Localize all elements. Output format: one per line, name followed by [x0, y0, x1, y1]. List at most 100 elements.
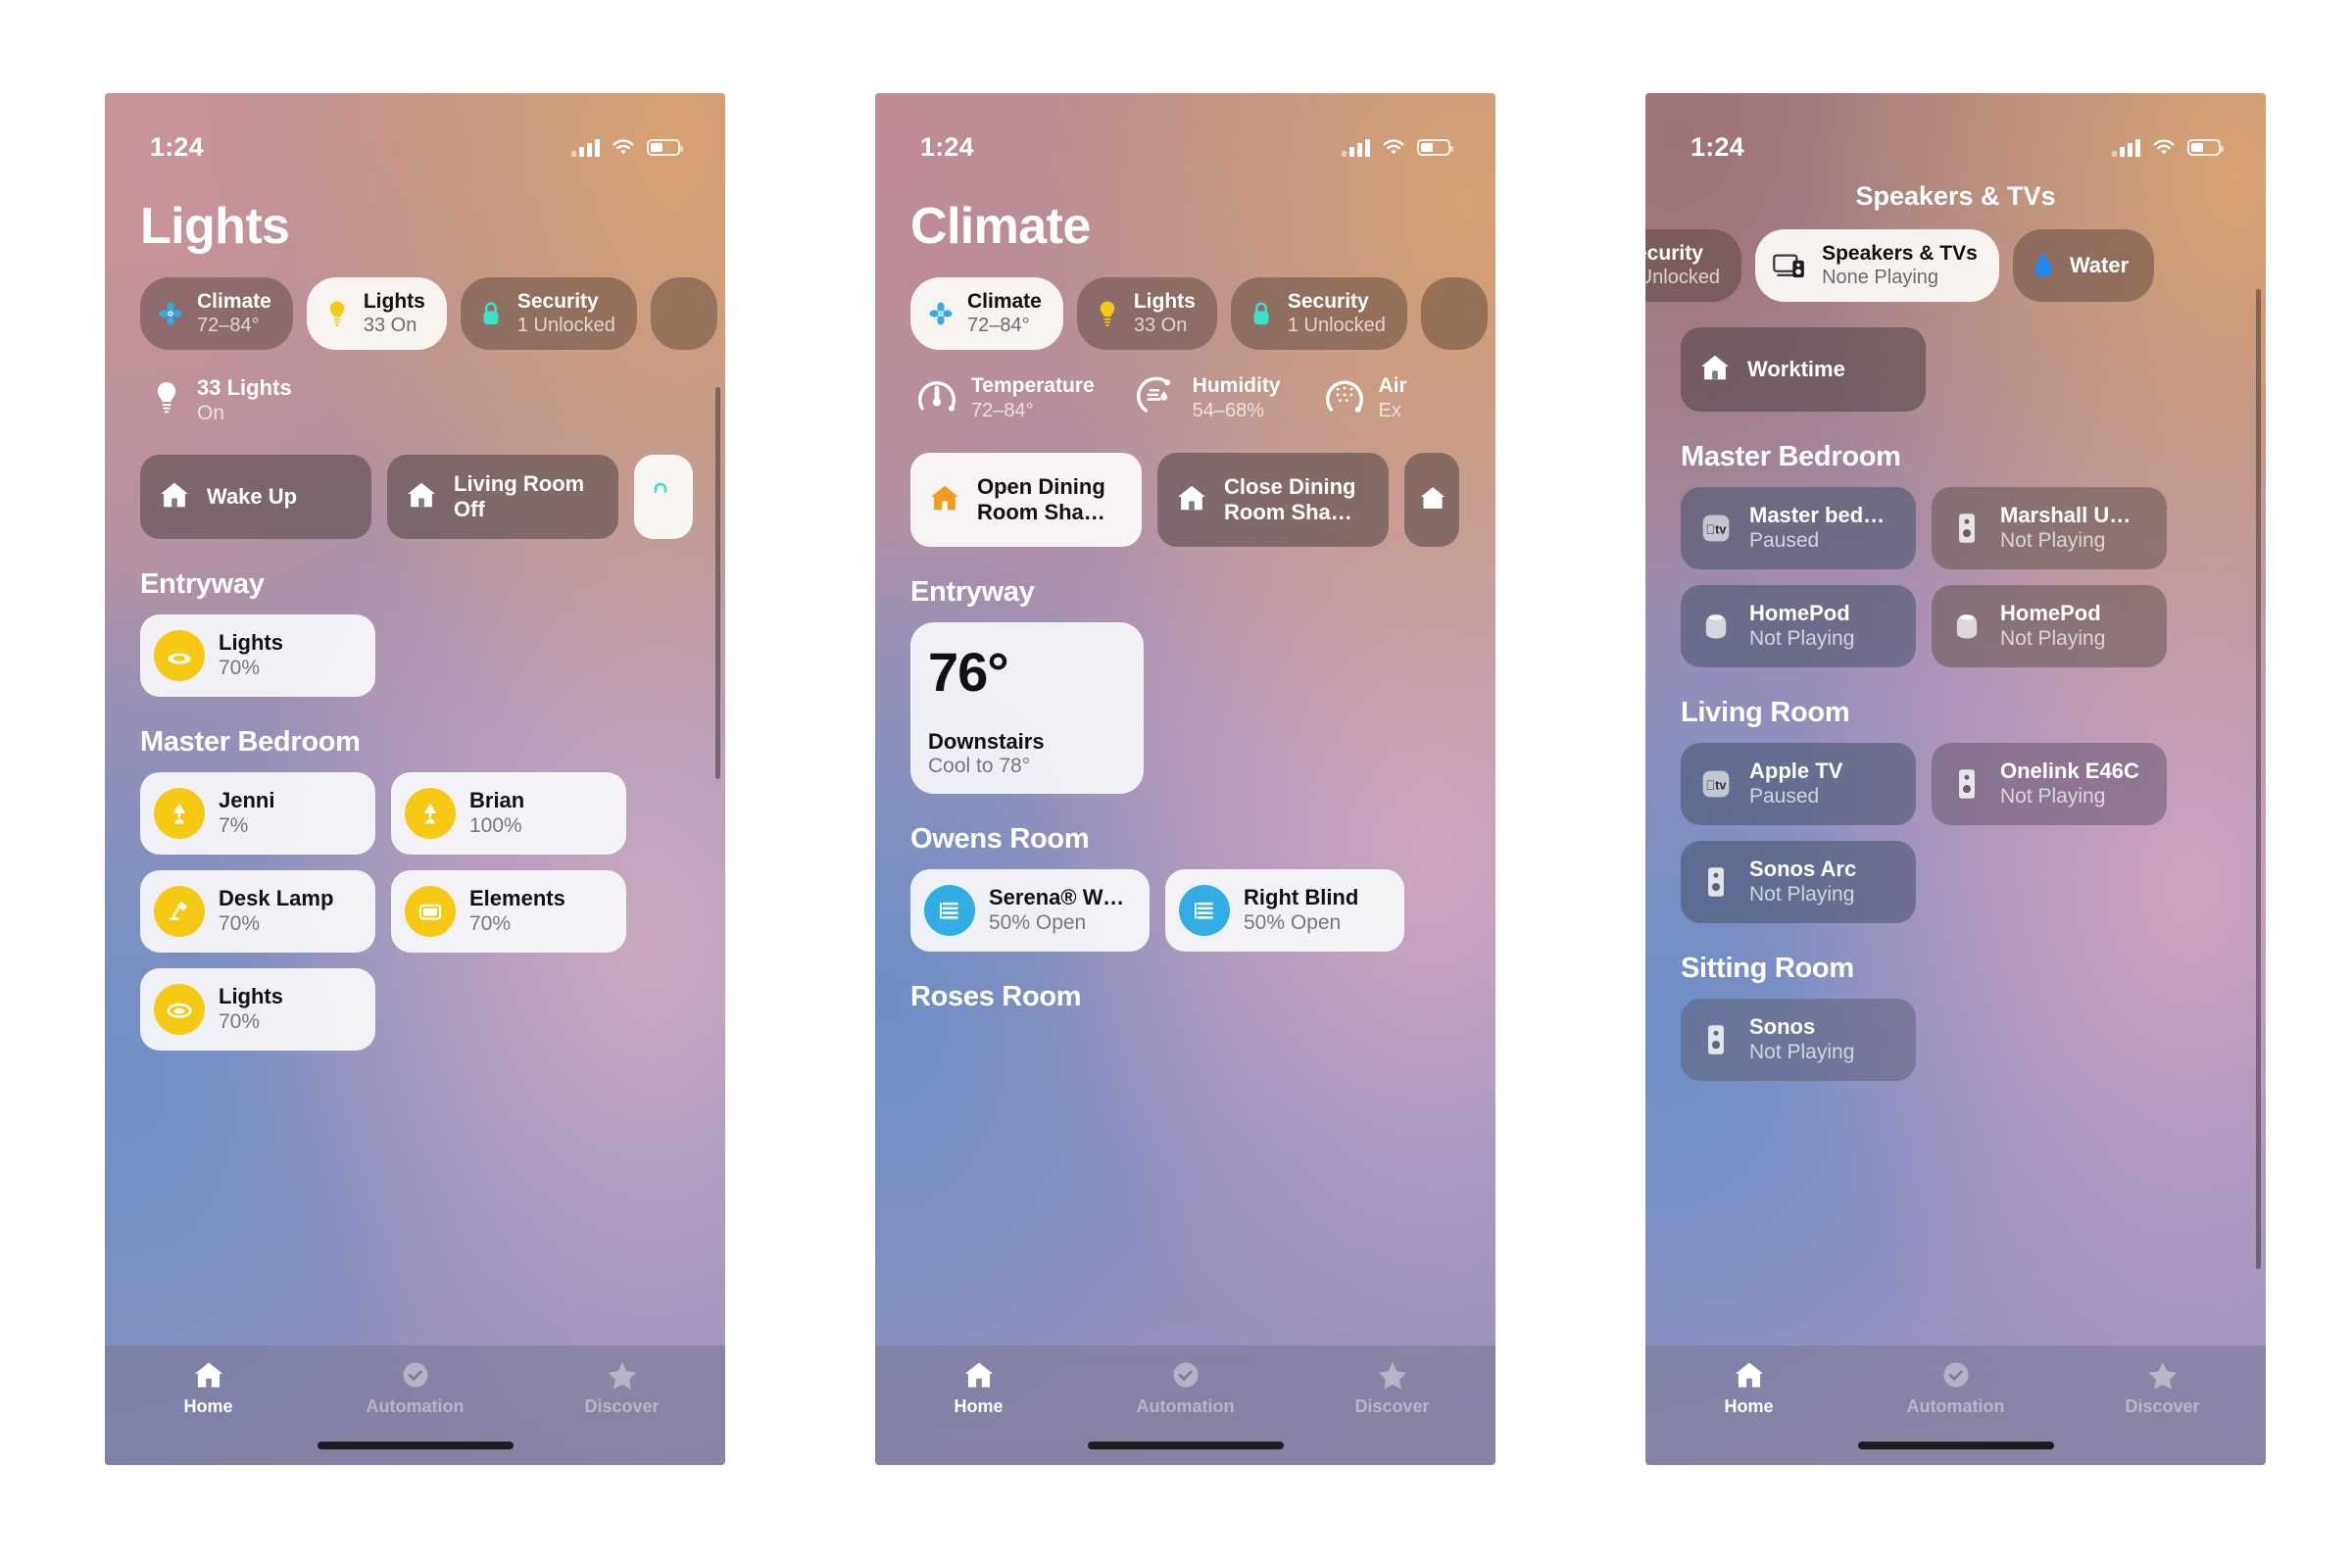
tile-jenni[interactable]: Jenni 7%	[140, 772, 375, 856]
chip-security[interactable]: Security 1 Unlocked	[1230, 277, 1407, 351]
scene-worktime[interactable]: Worktime	[1681, 327, 1926, 413]
tab-bar[interactable]: Home Automation Discover	[1645, 1346, 2266, 1465]
room-title-entryway: Entryway	[140, 568, 265, 601]
tile-status: Paused	[1749, 785, 1820, 808]
speaker-icon	[1947, 764, 1986, 804]
scene-open-dining-shades[interactable]: Open Dining Room Sha…	[910, 453, 1142, 548]
lightbulb-icon	[1093, 299, 1122, 328]
status-bar-time: 1:24	[1690, 131, 1744, 162]
chip-climate[interactable]: Climate 72–84°	[910, 277, 1063, 351]
tab-automation[interactable]: Automation	[1852, 1359, 2059, 1417]
tile-sonos[interactable]: Sonos Not Playing	[1681, 999, 1916, 1082]
tile-status: 100%	[469, 814, 522, 838]
tile-label: Elements	[469, 885, 565, 910]
tile-label: Desk Lamp	[219, 885, 334, 910]
tile-master-bedroom-apple-tv[interactable]: tv Master bedr… Paused	[1681, 487, 1916, 570]
chip-overflow[interactable]	[650, 277, 717, 351]
tab-home[interactable]: Home	[105, 1359, 312, 1417]
sensor-temperature[interactable]: Temperature 72–84°	[914, 373, 1095, 423]
tile-onelink-e46c[interactable]: Onelink E46C Not Playing	[1932, 743, 2167, 826]
scroll-indicator[interactable]	[2256, 289, 2261, 1269]
category-chip-row[interactable]: Climate 72–84° Lights 33 On Security 1 U…	[105, 256, 725, 351]
scene-overflow[interactable]	[1404, 453, 1459, 548]
tab-automation-label: Automation	[1906, 1396, 2005, 1416]
tile-elements[interactable]: Elements 70%	[391, 870, 626, 954]
scene-close-dining-shades-label: Close Dining Room Sha…	[1224, 473, 1356, 525]
tab-discover[interactable]: Discover	[518, 1359, 725, 1417]
chip-lights[interactable]: Lights 33 On	[1076, 277, 1217, 351]
chip-security[interactable]: Security 1 Unlocked	[460, 277, 637, 351]
apple-tv-icon: tv	[1696, 764, 1736, 804]
tile-status: 70%	[219, 1010, 261, 1034]
sensor-air[interactable]: Air Ex	[1322, 373, 1407, 423]
tile-sonos-arc[interactable]: Sonos Arc Not Playing	[1681, 841, 1916, 924]
tab-automation[interactable]: Automation	[1082, 1359, 1289, 1417]
chip-overflow[interactable]	[1420, 277, 1488, 351]
fan-icon	[156, 299, 185, 328]
table-lamp-icon	[405, 788, 456, 840]
chip-security-status: 1 Unlocked	[516, 315, 615, 337]
tab-discover[interactable]: Discover	[1289, 1359, 1495, 1417]
star-icon	[608, 1362, 636, 1390]
tab-automation[interactable]: Automation	[312, 1359, 518, 1417]
chip-climate-label: Climate	[197, 290, 271, 313]
lock-icon	[1247, 299, 1276, 328]
house-icon	[1735, 1362, 1763, 1388]
category-chip-row[interactable]: Security 1 Unlocked Speakers	[1645, 212, 2266, 303]
tile-serena-wood-blinds[interactable]: Serena® Wo… 50% Open	[910, 869, 1150, 953]
thermostat-temperature: 76°	[928, 641, 1009, 704]
tile-desk-lamp[interactable]: Desk Lamp 70%	[140, 870, 375, 954]
scene-row[interactable]: Wake Up Living Room Off	[105, 425, 725, 540]
chip-speakers-tvs[interactable]: Speakers & TVs None Playing	[1755, 229, 1999, 303]
scene-row[interactable]: Open Dining Room Sha… Close Dining Room …	[875, 423, 1495, 548]
tile-label: HomePod	[2000, 600, 2101, 625]
category-chip-row[interactable]: Climate 72–84° Lights 33 On Security 1 U…	[875, 256, 1495, 351]
tile-right-blind[interactable]: Right Blind 50% Open	[1165, 869, 1404, 953]
home-indicator[interactable]	[1857, 1442, 2054, 1449]
sensor-air-value: Ex	[1378, 400, 1401, 422]
scene-living-room-off[interactable]: Living Room Off	[387, 455, 618, 540]
tab-home[interactable]: Home	[1645, 1359, 1852, 1417]
tab-home[interactable]: Home	[875, 1359, 1082, 1417]
tile-master-lights[interactable]: Lights 70%	[140, 968, 375, 1052]
chip-water[interactable]: Water	[2012, 229, 2155, 303]
scene-overflow[interactable]	[634, 455, 693, 540]
chip-security[interactable]: Security 1 Unlocked	[1645, 229, 1742, 303]
chip-lights-status: 33 On	[363, 315, 417, 337]
tile-homepod-1[interactable]: HomePod Not Playing	[1681, 585, 1916, 668]
chip-climate[interactable]: Climate 72–84°	[140, 277, 293, 351]
house-icon	[964, 1362, 993, 1388]
tab-discover[interactable]: Discover	[2059, 1359, 2266, 1417]
tile-marshall-uxbridge[interactable]: Marshall Ux… Not Playing	[1932, 487, 2167, 570]
tab-bar[interactable]: Home Automation Discover	[875, 1346, 1495, 1465]
status-bar: 1:24	[105, 93, 725, 175]
tile-entryway-lights[interactable]: Lights 70%	[140, 614, 375, 698]
tab-bar[interactable]: Home Automation Discover	[105, 1346, 725, 1465]
scene-wake-up[interactable]: Wake Up	[140, 455, 371, 540]
status-bar: 1:24	[1645, 93, 2266, 175]
tile-brian[interactable]: Brian 100%	[391, 772, 626, 856]
home-indicator[interactable]	[317, 1442, 514, 1449]
page-title: Speakers & TVs	[1855, 181, 2056, 211]
sensor-air-label: Air	[1378, 374, 1407, 398]
homepod-icon	[1947, 607, 1986, 646]
blinds-icon	[924, 885, 975, 937]
thermostat-mode: Cool to 78°	[928, 755, 1031, 778]
tile-thermostat-downstairs[interactable]: 76° Downstairs Cool to 78°	[910, 622, 1144, 795]
wifi-icon	[2153, 138, 2175, 154]
scene-close-dining-shades[interactable]: Close Dining Room Sha…	[1157, 453, 1389, 548]
tile-status: 50% Open	[989, 911, 1087, 935]
scroll-indicator[interactable]	[715, 387, 720, 779]
scene-wake-up-label: Wake Up	[207, 484, 298, 510]
tile-living-room-apple-tv[interactable]: tv Apple TV Paused	[1681, 743, 1916, 826]
tile-label: Onelink E46C	[2000, 758, 2139, 783]
scene-row[interactable]: Worktime	[1645, 302, 2266, 413]
wifi-icon	[1383, 138, 1404, 154]
screenshot-canvas: 1:24 Lights Climate 72–84° Lights 33 On …	[0, 0, 2352, 1568]
more-categories-icon	[666, 299, 696, 328]
chip-lights[interactable]: Lights 33 On	[306, 277, 447, 351]
tile-homepod-2[interactable]: HomePod Not Playing	[1932, 585, 2167, 668]
home-indicator[interactable]	[1087, 1442, 1284, 1449]
sensor-humidity[interactable]: Humidity 54–68%	[1136, 373, 1281, 423]
tile-label: Jenni	[219, 787, 275, 812]
